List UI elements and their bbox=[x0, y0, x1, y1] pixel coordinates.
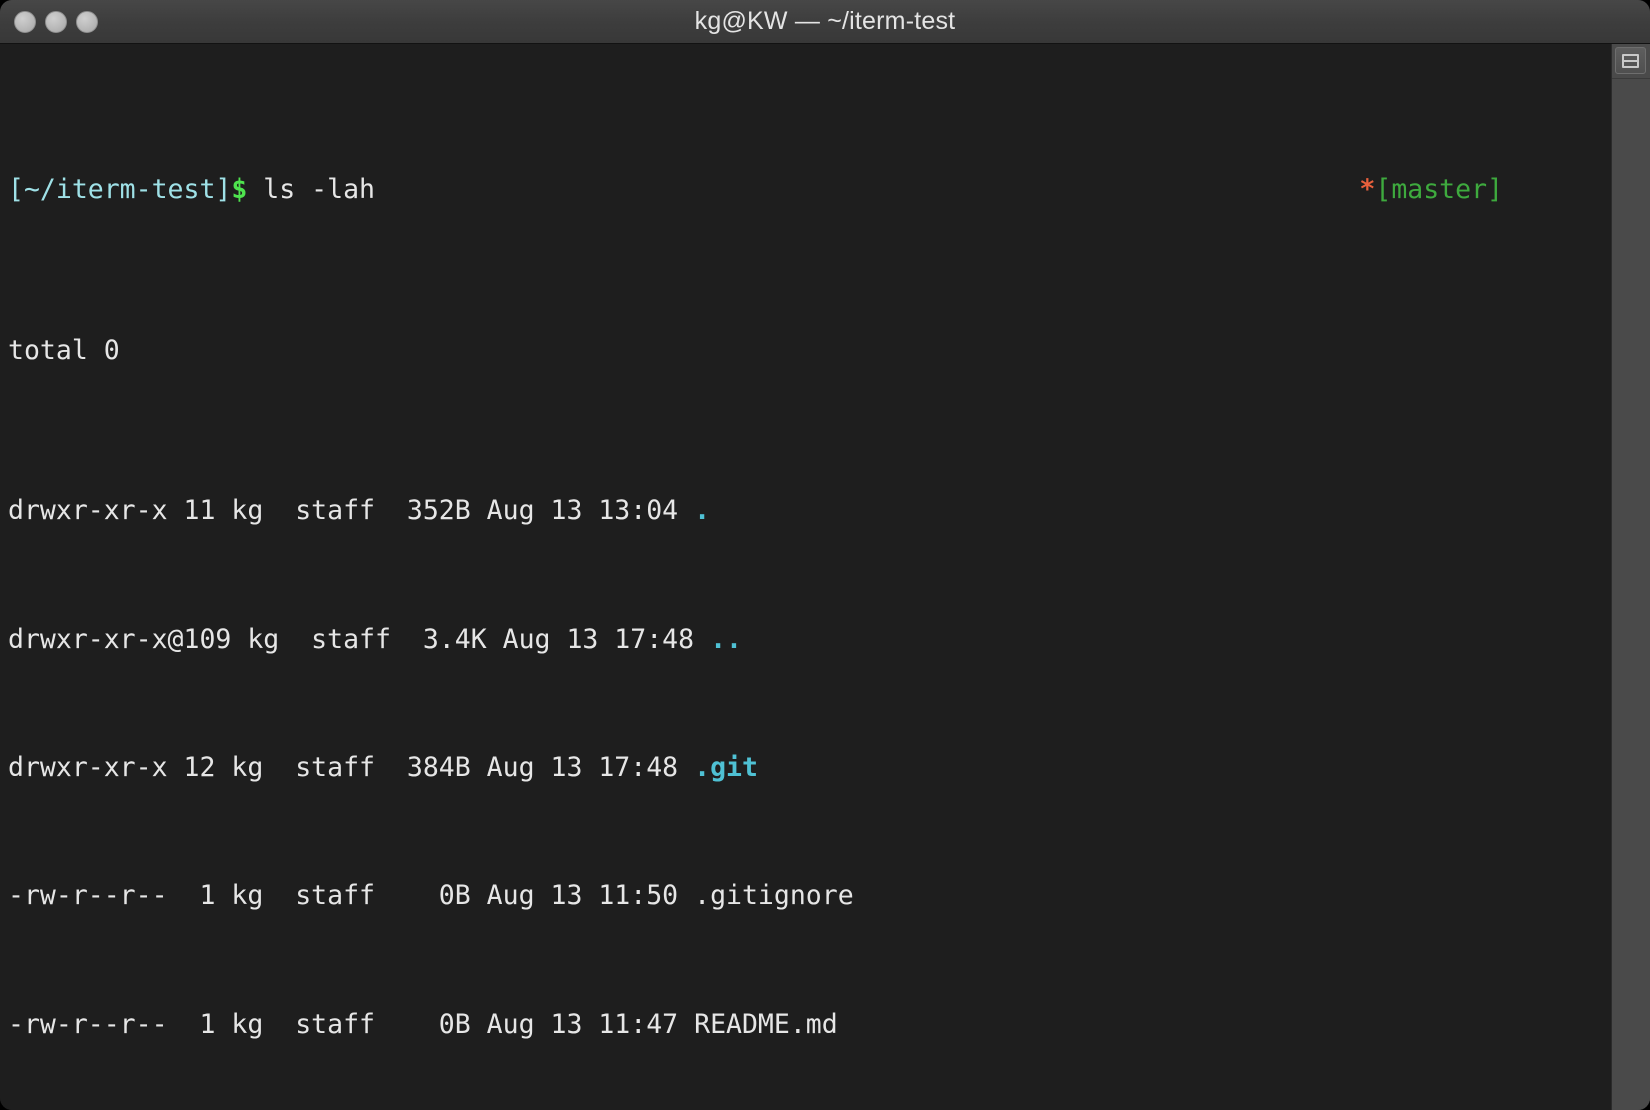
window-title: kg@KW — ~/iterm-test bbox=[694, 7, 956, 35]
ls-name[interactable]: .. bbox=[710, 624, 742, 655]
ls-perms: drwxr-xr-x bbox=[8, 752, 168, 784]
ls-name[interactable]: .git bbox=[694, 752, 758, 783]
terminal-screen: [~/iterm-test]$ ls -lah *[master] total 0… bbox=[8, 46, 1611, 1110]
ls-links: 1 bbox=[167, 1008, 216, 1040]
ls-row: drwxr-xr-x 11 kg staff 352B Aug 13 13:04… bbox=[8, 495, 1611, 527]
title-bar: kg@KW — ~/iterm-test bbox=[0, 0, 1650, 44]
ls-date: Aug 13 17:48 bbox=[470, 752, 679, 784]
ls-size: 3.4K bbox=[390, 623, 487, 655]
scrollbar[interactable] bbox=[1611, 44, 1650, 1110]
ls-total-line: total 0 bbox=[8, 334, 120, 366]
ls-name[interactable]: .gitignore bbox=[694, 880, 854, 911]
ls-row: drwxr-xr-x 12 kg staff 384B Aug 13 17:48… bbox=[8, 752, 1611, 784]
ls-perms: -rw-r--r-- bbox=[8, 1008, 168, 1040]
ls-user: kg bbox=[215, 752, 264, 784]
scrollbar-track[interactable] bbox=[1612, 78, 1650, 1110]
ls-perms: drwxr-xr-x bbox=[8, 495, 168, 527]
command-ls: ls -lah bbox=[247, 174, 375, 206]
branch-name: [master] bbox=[1375, 174, 1503, 206]
ls-perms: drwxr-xr-x@ bbox=[8, 623, 184, 655]
ls-size: 384B bbox=[374, 752, 471, 784]
ls-links: 11 bbox=[167, 495, 216, 527]
ls-date: Aug 13 13:04 bbox=[470, 495, 679, 527]
git-branch-indicator-1: *[master] bbox=[1359, 174, 1503, 206]
ls-links: 12 bbox=[167, 752, 216, 784]
ls-user: kg bbox=[215, 495, 264, 527]
ls-group: staff bbox=[263, 752, 375, 784]
ls-size: 0B bbox=[374, 1008, 471, 1040]
terminal-window: kg@KW — ~/iterm-test [~/iterm-test]$ ls … bbox=[0, 0, 1650, 1110]
minimize-button[interactable] bbox=[45, 10, 67, 33]
window-body: [~/iterm-test]$ ls -lah *[master] total 0… bbox=[0, 44, 1650, 1110]
ls-group: staff bbox=[263, 880, 375, 912]
ls-row: -rw-r--r-- 1 kg staff 0B Aug 13 11:47 RE… bbox=[8, 1009, 1611, 1041]
ls-user: kg bbox=[215, 1008, 264, 1040]
split-pane-icon[interactable] bbox=[1615, 47, 1646, 74]
ls-user: kg bbox=[215, 880, 264, 912]
zoom-button[interactable] bbox=[76, 10, 98, 33]
prompt-line-ls: [~/iterm-test]$ ls -lah *[master] bbox=[8, 174, 1611, 206]
ls-row: drwxr-xr-x@109 kg staff 3.4K Aug 13 17:4… bbox=[8, 624, 1611, 656]
ls-date: Aug 13 11:50 bbox=[470, 880, 679, 912]
ls-links: 1 bbox=[167, 880, 216, 912]
ls-links: 109 bbox=[183, 623, 232, 655]
window-controls bbox=[14, 0, 98, 43]
ls-group: staff bbox=[263, 495, 375, 527]
ls-size: 0B bbox=[374, 880, 471, 912]
prompt-path: [~/iterm-test] bbox=[8, 174, 232, 206]
ls-perms: -rw-r--r-- bbox=[8, 880, 168, 912]
ls-user: kg bbox=[231, 623, 280, 655]
branch-dirty-star: * bbox=[1359, 174, 1376, 206]
ls-group: staff bbox=[263, 1008, 375, 1040]
prompt-symbol: $ bbox=[231, 174, 248, 206]
ls-size: 352B bbox=[374, 495, 471, 527]
ls-name[interactable]: README.md bbox=[694, 1009, 838, 1040]
close-button[interactable] bbox=[14, 10, 36, 33]
ls-date: Aug 13 11:47 bbox=[470, 1008, 679, 1040]
ls-group: staff bbox=[279, 623, 391, 655]
split-pane-glyph bbox=[1622, 53, 1639, 68]
ls-row: -rw-r--r-- 1 kg staff 0B Aug 13 11:50 .g… bbox=[8, 880, 1611, 912]
ls-name[interactable]: . bbox=[694, 495, 710, 526]
ls-date: Aug 13 17:48 bbox=[486, 623, 695, 655]
terminal-pane[interactable]: [~/iterm-test]$ ls -lah *[master] total 0… bbox=[0, 44, 1611, 1110]
